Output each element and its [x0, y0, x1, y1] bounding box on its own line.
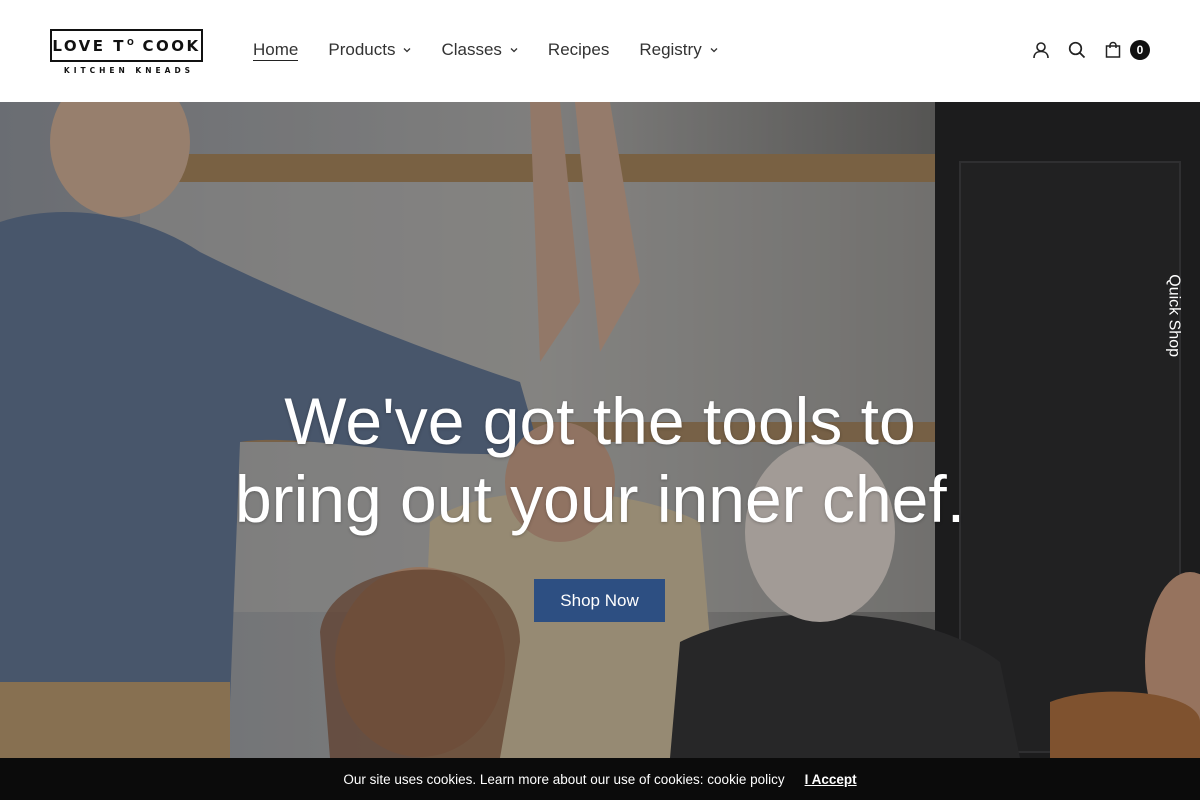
- site-header: LOVE TO COOK KITCHEN KNEADS Home Product…: [0, 0, 1200, 102]
- search-icon[interactable]: [1066, 38, 1088, 62]
- hero-headline-line-1: We've got the tools to: [284, 384, 916, 458]
- nav-item-label: Registry: [639, 40, 702, 59]
- nav-item-label: Classes: [441, 40, 502, 59]
- nav-item-recipes[interactable]: Recipes: [548, 38, 609, 62]
- header-icons: 0: [1016, 38, 1150, 62]
- accept-cookies-button[interactable]: I Accept: [805, 772, 857, 787]
- cookie-bar: Our site uses cookies. Learn more about …: [0, 758, 1200, 800]
- chevron-down-icon: [403, 46, 411, 54]
- nav-item-label: Products: [328, 40, 396, 59]
- logo-tagline: KITCHEN KNEADS: [63, 66, 195, 75]
- cart-count-badge: 0: [1130, 40, 1150, 60]
- nav-item-label: Recipes: [547, 40, 610, 59]
- logo-text: LOVE TO COOK: [52, 36, 201, 55]
- hero-headline-line-2: bring out your inner chef.: [234, 462, 966, 536]
- shopping-bag-icon: [1102, 38, 1124, 62]
- logo-box: LOVE TO COOK: [50, 29, 203, 62]
- nav-item-label: Home: [253, 39, 299, 61]
- nav-item-classes[interactable]: Classes: [441, 38, 518, 62]
- nav-item-registry[interactable]: Registry: [639, 38, 718, 62]
- cart-button[interactable]: 0: [1102, 38, 1150, 62]
- hero-banner: We've got the tools to bring out your in…: [0, 102, 1200, 758]
- chevron-down-icon: [710, 46, 718, 54]
- nav-item-products[interactable]: Products: [328, 38, 411, 62]
- logo[interactable]: LOVE TO COOK KITCHEN KNEADS: [50, 29, 204, 79]
- main-nav: Home Products Classes Recipes Registry: [253, 38, 748, 62]
- hero-headline: We've got the tools to bring out your in…: [0, 382, 1200, 538]
- nav-item-home[interactable]: Home: [253, 38, 299, 62]
- shop-now-button[interactable]: Shop Now: [534, 579, 665, 622]
- quick-shop-tab[interactable]: Quick Shop: [1165, 274, 1183, 357]
- user-icon[interactable]: [1030, 38, 1052, 62]
- cookie-message: Our site uses cookies. Learn more about …: [343, 771, 785, 787]
- chevron-down-icon: [510, 46, 518, 54]
